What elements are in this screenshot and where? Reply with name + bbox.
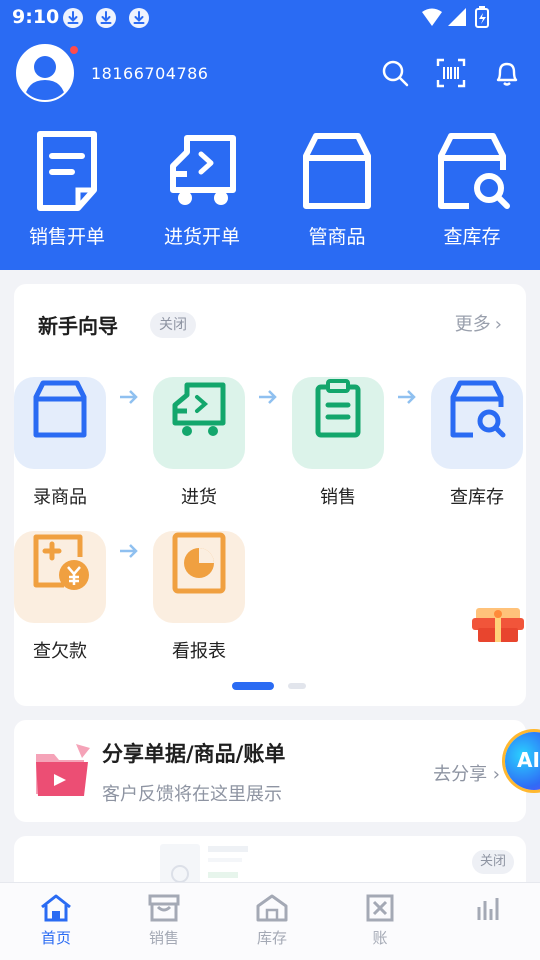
notification-dot (68, 44, 80, 56)
inventory-search-icon (450, 380, 506, 438)
quick-action-sales-order[interactable]: 销售开单 (12, 128, 122, 249)
pager-dot-active (232, 682, 274, 690)
product-box-icon (33, 380, 87, 438)
arrow-right-icon (120, 390, 138, 404)
guide-step-view-report[interactable]: 看报表 (153, 517, 245, 663)
store-icon (148, 894, 180, 922)
quick-action-label: 查库存 (443, 226, 501, 248)
status-bar: 9:10 (0, 0, 540, 36)
step-icon-bg (153, 531, 245, 623)
quick-action-purchase-order[interactable]: 进货开单 (147, 128, 257, 249)
header: 9:10 18166704786 销售开单 进货开单 管商品 查库存 (0, 0, 540, 270)
nav-reports[interactable] (448, 893, 528, 927)
bottom-nav: 首页 销售 库存 账 (0, 882, 540, 960)
search-icon[interactable] (380, 58, 410, 88)
download-icon (96, 8, 116, 28)
chevron-right-icon: › (494, 314, 502, 335)
status-time: 9:10 (12, 6, 60, 28)
arrow-right-icon (259, 390, 277, 404)
barcode-scan-icon[interactable] (436, 58, 466, 88)
arrow-right-icon (120, 544, 138, 558)
guide-step-check-inventory[interactable]: 查库存 (431, 363, 523, 509)
share-card[interactable]: 分享单据/商品/账单 客户反馈将在这里展示 去分享 › (14, 720, 526, 822)
status-icons (422, 6, 489, 28)
guide-step-label: 查库存 (450, 487, 504, 508)
quick-action-label: 销售开单 (28, 226, 105, 248)
clipboard-icon (315, 379, 361, 438)
report-bars-icon (477, 898, 499, 920)
guide-more-link[interactable]: 更多 › (455, 310, 502, 336)
purchase-order-icon (170, 135, 236, 205)
share-folder-icon (36, 744, 90, 796)
product-box-icon (303, 133, 371, 209)
more-label: 更多 (454, 314, 491, 335)
share-title: 分享单据/商品/账单 (102, 742, 286, 766)
avatar[interactable] (16, 44, 74, 102)
quick-action-check-inventory[interactable]: 查库存 (417, 128, 527, 249)
warehouse-icon (256, 894, 288, 922)
home-icon (41, 894, 71, 922)
share-subtitle: 客户反馈将在这里展示 (102, 784, 282, 805)
step-icon-bg (14, 377, 106, 469)
guide-step-label: 查欠款 (33, 641, 87, 662)
step-icon-bg (14, 531, 106, 623)
sales-order-icon (37, 131, 97, 211)
ai-label: AI (517, 748, 540, 772)
quick-action-label: 管商品 (308, 226, 366, 248)
nav-sales[interactable]: 销售 (124, 893, 204, 948)
guide-step-add-product[interactable]: 录商品 (14, 363, 106, 509)
guide-close-button[interactable]: 关闭 (150, 312, 196, 338)
ledger-icon (366, 894, 394, 922)
inventory-search-icon (438, 133, 510, 209)
guide-title: 新手向导 (38, 314, 118, 338)
report-chart-icon (172, 532, 226, 594)
nav-home[interactable]: 首页 (16, 893, 96, 948)
guide-step-label: 录商品 (33, 487, 87, 508)
nav-label: 账 (372, 929, 388, 947)
banner-close-button[interactable]: 关闭 (471, 850, 514, 874)
beginner-guide-card: 新手向导 关闭 更多 › 录商品 进货 销售 查库存 查欠款 看报表 (14, 284, 526, 706)
guide-step-purchase[interactable]: 进货 (153, 363, 245, 509)
user-phone: 18166704786 (91, 64, 209, 83)
arrow-right-icon (398, 390, 416, 404)
debt-yen-icon (33, 534, 89, 590)
download-icon (129, 8, 149, 28)
nav-inventory[interactable]: 库存 (232, 893, 312, 948)
bell-icon[interactable] (492, 58, 522, 88)
step-icon-bg (292, 377, 384, 469)
guide-step-label: 销售 (320, 487, 356, 508)
go-share-link[interactable]: 去分享 › (433, 760, 500, 786)
guide-step-check-debt[interactable]: 查欠款 (14, 517, 106, 663)
go-share-label: 去分享 (433, 764, 488, 785)
download-icon (63, 8, 83, 28)
pager-dot (288, 683, 306, 689)
step-icon-bg (153, 377, 245, 469)
chevron-right-icon: › (487, 764, 500, 785)
quick-action-manage-products[interactable]: 管商品 (282, 128, 392, 249)
gift-box-icon[interactable] (470, 600, 526, 644)
nav-label: 销售 (148, 929, 179, 947)
guide-step-label: 看报表 (172, 641, 226, 662)
nav-label: 库存 (256, 929, 287, 947)
guide-step-sales[interactable]: 销售 (292, 363, 384, 509)
quick-action-label: 进货开单 (163, 226, 240, 248)
nav-ledger[interactable]: 账 (340, 893, 420, 948)
guide-step-label: 进货 (181, 487, 217, 508)
truck-icon (172, 382, 226, 436)
nav-label: 首页 (40, 929, 71, 947)
step-icon-bg (431, 377, 523, 469)
